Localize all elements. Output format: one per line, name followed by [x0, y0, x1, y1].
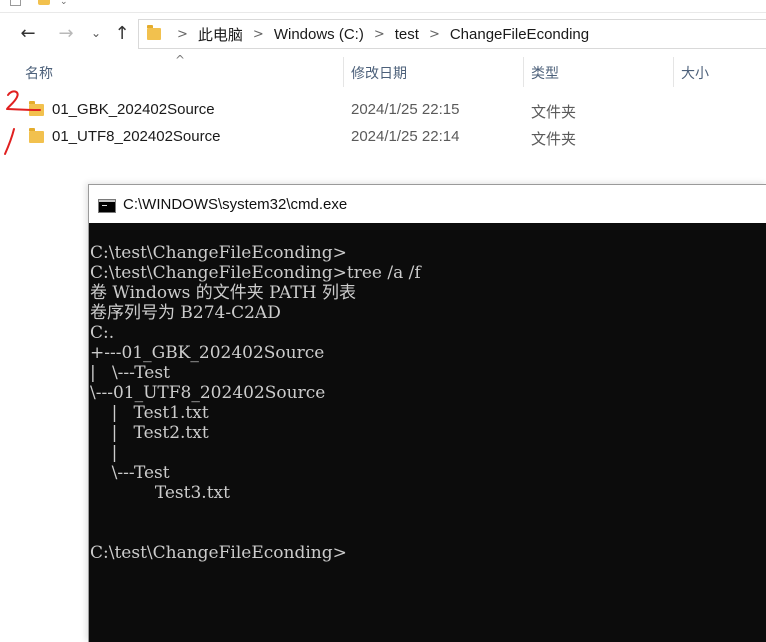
console-line: 卷 Windows 的文件夹 PATH 列表 — [90, 283, 356, 303]
breadcrumb-test[interactable]: test — [395, 26, 419, 43]
arrow-right-icon[interactable]: → — [52, 19, 80, 47]
cmd-title: C:\WINDOWS\system32\cmd.exe — [123, 196, 348, 213]
quick-access-check-icon[interactable] — [10, 0, 21, 6]
console-line: | \---Test — [90, 363, 170, 383]
breadcrumb-changefileeconding[interactable]: ChangeFileEconding — [450, 26, 589, 43]
navigation-bar: ← → ⌄ ↑ > 此电脑 > Windows (C:) > test > Ch… — [0, 13, 766, 53]
console-prompt: C:\test\ChangeFileEconding> — [90, 543, 347, 563]
breadcrumb-drive-c[interactable]: Windows (C:) — [274, 26, 364, 43]
folder-icon — [147, 25, 161, 40]
column-type[interactable]: 类型 — [531, 63, 559, 83]
console-output[interactable]: C:\test\ChangeFileEconding> C:\test\Chan… — [89, 223, 766, 642]
arrow-left-icon[interactable]: ← — [14, 19, 42, 47]
column-divider[interactable] — [523, 57, 524, 87]
file-name: 01_GBK_202402Source — [52, 101, 215, 118]
console-line: C:\test\ChangeFileEconding>tree /a /f — [90, 263, 421, 283]
file-type: 文件夹 — [531, 104, 577, 121]
column-divider[interactable] — [343, 57, 344, 87]
chevron-right-icon[interactable]: > — [374, 27, 385, 42]
file-date-modified: 2024/1/25 22:15 — [351, 101, 460, 118]
list-item[interactable]: 01_UTF8_202402Source 2024/1/25 22:14 文件夹 — [20, 124, 766, 150]
column-date-modified[interactable]: 修改日期 — [351, 63, 407, 83]
chevron-down-icon[interactable]: ⌄ — [86, 19, 106, 47]
address-bar[interactable]: > 此电脑 > Windows (C:) > test > ChangeFile… — [138, 19, 766, 49]
file-date-modified: 2024/1/25 22:14 — [351, 128, 460, 145]
chevron-right-icon[interactable]: > — [429, 27, 440, 42]
sort-ascending-icon: ^ — [175, 53, 186, 67]
cmd-window[interactable]: C:\WINDOWS\system32\cmd.exe C:\test\Chan… — [88, 184, 766, 642]
cmd-titlebar[interactable]: C:\WINDOWS\system32\cmd.exe — [89, 185, 766, 223]
handwritten-annotation — [4, 90, 41, 155]
ribbon-strip: ⌄ — [0, 0, 766, 13]
console-line: C:\test\ChangeFileEconding> — [90, 243, 347, 263]
quick-access-dropdown-icon[interactable]: ⌄ — [60, 0, 68, 7]
chevron-right-icon[interactable]: > — [177, 27, 188, 42]
column-divider[interactable] — [673, 57, 674, 87]
quick-access-folder-icon[interactable] — [38, 0, 50, 5]
arrow-up-icon[interactable]: ↑ — [110, 19, 134, 47]
file-type: 文件夹 — [531, 131, 577, 148]
file-name: 01_UTF8_202402Source — [52, 128, 221, 145]
console-line: | Test1.txt — [90, 403, 209, 423]
column-name[interactable]: 名称 — [25, 63, 53, 83]
console-line: | — [90, 443, 118, 463]
console-line: \---Test — [90, 463, 170, 483]
console-icon — [98, 199, 116, 213]
console-line: +---01_GBK_202402Source — [90, 343, 325, 363]
annotation-mark-one — [4, 128, 15, 155]
console-line: \---01_UTF8_202402Source — [90, 383, 326, 403]
column-size[interactable]: 大小 — [681, 63, 709, 83]
console-line: 卷序列号为 B274-C2AD — [90, 303, 281, 323]
breadcrumb-this-pc[interactable]: 此电脑 — [198, 24, 243, 45]
annotation-mark-two — [6, 90, 41, 111]
column-header: ^ 名称 修改日期 类型 大小 — [0, 53, 766, 91]
list-item[interactable]: 01_GBK_202402Source 2024/1/25 22:15 文件夹 — [20, 97, 766, 123]
console-line: C:. — [90, 323, 115, 343]
chevron-right-icon[interactable]: > — [253, 27, 264, 42]
console-line: | Test2.txt — [90, 423, 209, 443]
console-line: Test3.txt — [90, 483, 230, 503]
